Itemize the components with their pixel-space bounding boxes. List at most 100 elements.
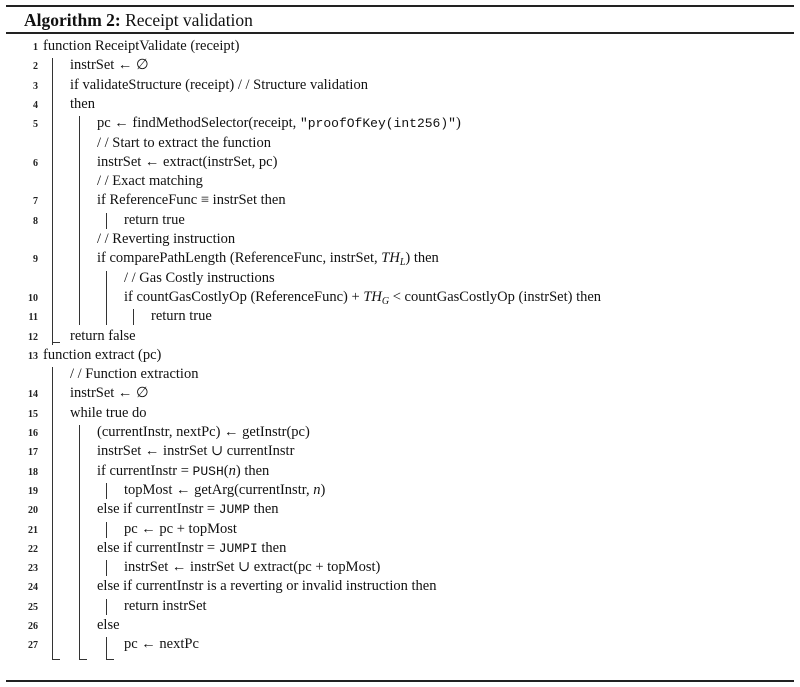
scope-end-hook (52, 658, 60, 660)
text-token: ) then (405, 250, 439, 267)
top-rule (6, 5, 794, 7)
line-number: 15 (28, 408, 38, 420)
math-token: n (228, 462, 236, 479)
algorithm-line: / / Exact matching (0, 172, 800, 191)
line-text: pc ← pc + topMost (124, 520, 237, 537)
line-number: 22 (28, 543, 38, 555)
line-text: instrSet ← ∅ (70, 385, 149, 402)
algorithm-line: 27 pc ← nextPc (0, 635, 800, 654)
scope-bar-level-3 (106, 637, 108, 659)
scope-bar-level-1 (52, 367, 54, 659)
algorithm-title: Receipt validation (125, 10, 253, 30)
algorithm-line: 4 then (0, 95, 800, 114)
function-end-hook (52, 341, 60, 343)
text-token: ) then (235, 462, 270, 479)
line-number: 6 (33, 157, 38, 169)
algorithm-line: 25 return instrSet (0, 597, 800, 616)
algorithm-caption: Algorithm 2: Receipt validation (24, 10, 253, 31)
line-number: 20 (28, 505, 38, 517)
algorithm-line: 19 topMost ← getArg(currentInstr, n) (0, 481, 800, 500)
line-number: 21 (28, 524, 38, 536)
text-token: if comparePathLength (ReferenceFunc, ins… (97, 250, 382, 267)
line-text: / / Function extraction (70, 366, 199, 383)
mono-token: JUMPI (218, 540, 258, 556)
text-token: then (257, 539, 287, 556)
algorithm-line: 26 else (0, 616, 800, 635)
line-text: while true do (70, 404, 147, 421)
algorithm-line: 14 instrSet ← ∅ (0, 384, 800, 403)
algorithm-line: 5 pc ← findMethodSelector(receipt, "proof… (0, 114, 800, 133)
line-number: 26 (28, 621, 38, 632)
text-token: then (249, 501, 279, 518)
line-number: 7 (33, 196, 38, 208)
line-number: 10 (28, 292, 38, 304)
line-text: if currentInstr = PUSH(n) then (97, 463, 269, 480)
line-text: instrSet ← ∅ (70, 57, 149, 74)
line-text: else if currentInstr = JUMP then (97, 501, 279, 518)
text-token: < countGasCostlyOp (instrSet) then (389, 288, 602, 305)
line-number: 3 (33, 80, 38, 92)
text-token: else if currentInstr = (97, 539, 219, 556)
math-token: TH (363, 288, 382, 305)
line-text: return true (124, 211, 185, 228)
algorithm-line: 10 if countGasCostlyOp (ReferenceFunc) + … (0, 288, 800, 307)
line-number: 27 (28, 640, 38, 652)
line-text: / / Start to extract the function (97, 134, 271, 151)
algorithm-label: Algorithm 2: (24, 10, 121, 30)
line-text: function ReceiptValidate (receipt) (43, 38, 240, 54)
text-token: if currentInstr = (97, 462, 193, 479)
algorithm-line: 17 instrSet ← instrSet ∪ currentInstr (0, 442, 800, 461)
line-text: then (70, 95, 95, 112)
line-number: 19 (28, 485, 38, 497)
algorithm-line: 7 if ReferenceFunc ≡ instrSet then (0, 191, 800, 210)
line-text: if ReferenceFunc ≡ instrSet then (97, 192, 286, 209)
text-token: if countGasCostlyOp (ReferenceFunc) + (124, 288, 364, 305)
line-number: 14 (28, 389, 38, 401)
scope-bar-level-3 (106, 598, 108, 615)
mono-token: JUMP (218, 502, 250, 518)
text-token: else if currentInstr = (97, 501, 219, 518)
scope-bar-level-3 (106, 212, 108, 229)
algorithm-line: / / Gas Costly instructions (0, 269, 800, 288)
algorithm-line: / / Reverting instruction (0, 230, 800, 249)
line-text: pc ← findMethodSelector(receipt, "proofO… (97, 115, 461, 132)
line-text: else if currentInstr is a reverting or i… (97, 578, 437, 595)
scope-bar-level-4 (133, 309, 135, 326)
algorithm-line: 16 (currentInstr, nextPc) ← getInstr(pc) (0, 423, 800, 442)
line-text: return true (151, 308, 212, 325)
line-text: / / Gas Costly instructions (124, 269, 275, 286)
line-number: 8 (33, 215, 38, 227)
scope-end-hook (79, 658, 87, 660)
line-text: instrSet ← extract(instrSet, pc) (97, 153, 278, 170)
line-number: 1 (33, 42, 38, 53)
text-token: ) (455, 115, 461, 132)
line-number: 25 (28, 601, 38, 613)
math-token: TH (381, 250, 400, 267)
line-number: 24 (28, 582, 38, 594)
algorithm-line: 3 if validateStructure (receipt) / / Stru… (0, 76, 800, 95)
algorithm-line: 2 instrSet ← ∅ (0, 56, 800, 75)
text-token: ) (320, 481, 326, 498)
algorithm-line: 20 else if currentInstr = JUMP then (0, 500, 800, 519)
algorithm-line: 22 else if currentInstr = JUMPI then (0, 539, 800, 558)
algorithm-line: 1 function ReceiptValidate (receipt) (0, 37, 800, 56)
algorithm-line: 6 instrSet ← extract(instrSet, pc) (0, 153, 800, 172)
algorithm-line: 24 else if currentInstr is a reverting or… (0, 577, 800, 596)
line-text: if comparePathLength (ReferenceFunc, ins… (97, 250, 439, 268)
line-text: / / Reverting instruction (97, 231, 236, 247)
line-number: 11 (28, 312, 38, 324)
algorithm-line: 9 if comparePathLength (ReferenceFunc, in… (0, 249, 800, 268)
line-text: instrSet ← instrSet ∪ currentInstr (97, 443, 295, 460)
algorithm-line: 15 while true do (0, 404, 800, 423)
scope-bar-level-2 (79, 116, 81, 326)
bottom-rule (6, 680, 794, 682)
algorithm-line: 18 if currentInstr = PUSH(n) then (0, 462, 800, 481)
text-token: topMost ← getArg(currentInstr, (124, 481, 314, 498)
mono-token: "proofOfKey(int256)" (299, 116, 456, 132)
line-number: 16 (28, 428, 38, 439)
scope-bar-level-3 (106, 521, 108, 538)
line-number: 2 (33, 61, 38, 73)
line-text: pc ← nextPc (124, 636, 199, 653)
line-text: if countGasCostlyOp (ReferenceFunc) + TH… (124, 289, 601, 307)
line-text: topMost ← getArg(currentInstr, n) (124, 482, 325, 499)
